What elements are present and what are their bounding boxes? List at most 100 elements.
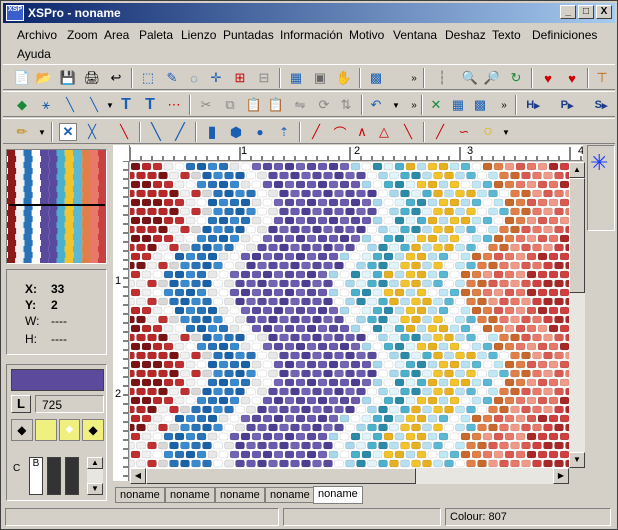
scroll-right-arrow-icon[interactable]: ▶ <box>553 468 569 484</box>
polyline-icon[interactable]: ⌒ <box>331 123 349 141</box>
diamond-black-icon[interactable]: ◆ <box>11 419 33 441</box>
rotate-icon[interactable]: ⟳ <box>315 96 333 114</box>
tab-noname-4[interactable]: noname <box>265 487 315 503</box>
horizontal-scroll-thumb[interactable] <box>146 468 416 484</box>
blend-slot-2[interactable] <box>47 457 61 495</box>
save-icon[interactable]: 💾 <box>59 69 77 87</box>
half-cross-icon[interactable]: ╳ <box>83 123 101 141</box>
select-rect-icon[interactable]: ⬚ <box>139 69 157 87</box>
paste-icon[interactable]: 📋 <box>245 96 263 114</box>
arc-tool-icon[interactable]: ∧ <box>353 123 371 141</box>
quarter-stitch-icon[interactable]: ╲ <box>115 123 133 141</box>
preview-thumbnail[interactable] <box>6 149 107 264</box>
zoom-in-icon[interactable]: 🔍 <box>461 69 479 87</box>
full-cross-icon[interactable]: ✕ <box>59 123 77 141</box>
menu-motivo[interactable]: Motivo <box>349 28 384 42</box>
marker-down-icon[interactable]: ♥ <box>539 69 557 87</box>
mirror-icon[interactable]: ⇅ <box>337 96 355 114</box>
menu-texto[interactable]: Texto <box>492 28 521 42</box>
menu-archivo[interactable]: Archivo <box>17 28 57 42</box>
more-chevron-icon[interactable]: » <box>405 69 423 87</box>
print-icon[interactable]: 🖨 <box>83 69 101 87</box>
open-folder-icon[interactable]: 📂 <box>35 69 53 87</box>
dotted-select-icon[interactable]: ⋯ <box>165 96 183 114</box>
needle-icon[interactable]: ╲ <box>61 96 79 114</box>
marker-right-icon[interactable]: ♥ <box>563 69 581 87</box>
zoom-out-icon[interactable]: 🔎 <box>483 69 501 87</box>
cut-icon[interactable]: ✂ <box>197 96 215 114</box>
export-icon[interactable]: ↩ <box>107 69 125 87</box>
blend-b-slot[interactable]: B <box>29 457 43 495</box>
pencil-icon[interactable]: ✏ <box>13 123 31 141</box>
bezier-icon[interactable]: ∽ <box>455 123 473 141</box>
undo-icon[interactable]: ↶ <box>367 96 385 114</box>
menu-ayuda[interactable]: Ayuda <box>17 47 51 61</box>
menu-puntadas[interactable]: Puntadas <box>223 28 274 42</box>
cross-stitch-icon[interactable]: ✕ <box>427 96 445 114</box>
title-bar[interactable]: XSP XSPro - noname _ □ X <box>3 3 615 23</box>
h-stitch-button[interactable]: H ▸ <box>521 96 545 114</box>
circle-tool-icon[interactable]: ○ <box>479 123 497 141</box>
diagonal-tool-icon[interactable]: ╲ <box>399 123 417 141</box>
copy-icon[interactable]: ⧉ <box>221 96 239 114</box>
diamond-yellow-icon[interactable]: ◆ <box>58 419 81 441</box>
paste-special-icon[interactable]: 📋 <box>267 96 285 114</box>
tab-noname-3[interactable]: noname <box>215 487 265 503</box>
triangle-tool-icon[interactable]: △ <box>375 123 393 141</box>
bead-icon[interactable]: ● <box>251 123 269 141</box>
scroll-left-arrow-icon[interactable]: ◀ <box>130 468 146 484</box>
curve-line-icon[interactable]: ╱ <box>431 123 449 141</box>
color-l-button[interactable]: L <box>11 395 31 413</box>
app-icon[interactable]: XSP <box>6 5 24 21</box>
vertical-scroll-thumb[interactable] <box>569 178 585 293</box>
tab-noname-1[interactable]: noname <box>115 487 165 503</box>
backstitch-right-icon[interactable]: ╱ <box>171 123 189 141</box>
new-file-icon[interactable]: 📄 <box>13 69 31 87</box>
palette-scrollbar[interactable]: ▲ ▼ <box>87 457 103 495</box>
select-pencil-icon[interactable]: ✎ <box>163 69 181 87</box>
menu-definiciones[interactable]: Definiciones <box>532 28 597 42</box>
scroll-up-arrow-icon[interactable]: ▲ <box>569 162 585 178</box>
flip-icon[interactable]: ⇋ <box>291 96 309 114</box>
move-icon[interactable]: ✛ <box>207 69 225 87</box>
diamond-yellow-filled-icon[interactable]: ■ <box>34 419 57 441</box>
ruler-icon[interactable]: ┆ <box>433 69 451 87</box>
long-stitch-icon[interactable]: ▮ <box>203 123 221 141</box>
select-all-icon[interactable]: ▣ <box>311 69 329 87</box>
scroll-down-icon[interactable]: ▼ <box>87 483 103 495</box>
refresh-icon[interactable]: ↻ <box>507 69 525 87</box>
tab-noname-2[interactable]: noname <box>165 487 215 503</box>
french-knot-icon[interactable]: ⬢ <box>227 123 245 141</box>
menu-lienzo[interactable]: Lienzo <box>181 28 216 42</box>
more-chevron-icon-3[interactable]: » <box>495 96 513 114</box>
circle-dropdown-icon[interactable]: ▼ <box>497 123 515 141</box>
undo-dropdown-icon[interactable]: ▼ <box>387 96 405 114</box>
pattern-grid-icon[interactable]: ▦ <box>449 96 467 114</box>
pencil-dropdown-icon[interactable]: ▼ <box>33 123 51 141</box>
lasso-icon[interactable]: ◌ <box>185 69 203 87</box>
fabric-icon[interactable]: ▩ <box>367 69 385 87</box>
current-color-swatch[interactable] <box>11 369 104 391</box>
vertical-scrollbar[interactable]: ▲ ▼ <box>569 162 585 468</box>
scroll-down-arrow-icon[interactable]: ▼ <box>569 452 585 468</box>
s-stitch-button[interactable]: S ▸ <box>589 96 613 114</box>
p-stitch-button[interactable]: P ▸ <box>555 96 579 114</box>
menu-zoom[interactable]: Zoom <box>67 28 98 42</box>
asterisk-stitch-icon[interactable]: ✳ <box>590 150 608 176</box>
grid-view-icon[interactable]: ▦ <box>287 69 305 87</box>
blend-slot-3[interactable] <box>65 457 79 495</box>
backstitch-node-icon[interactable]: ⚹ <box>37 96 55 114</box>
stitch-canvas[interactable] <box>130 162 569 468</box>
text-tool-icon[interactable]: T <box>117 96 135 114</box>
menu-paleta[interactable]: Paleta <box>139 28 173 42</box>
menu-area[interactable]: Area <box>104 28 129 42</box>
diamond-on-yellow-icon[interactable]: ◆ <box>82 419 104 441</box>
add-area-icon[interactable]: ⊞ <box>231 69 249 87</box>
close-button[interactable]: X <box>596 5 612 19</box>
menu-deshaz[interactable]: Deshaz <box>445 28 486 42</box>
maximize-button[interactable]: □ <box>578 5 594 19</box>
remove-area-icon[interactable]: ⊟ <box>255 69 273 87</box>
arrow-fill-icon[interactable]: ◆ <box>13 96 31 114</box>
backstitch-icon[interactable]: ╲ <box>147 123 165 141</box>
menu-ventana[interactable]: Ventana <box>393 28 437 42</box>
